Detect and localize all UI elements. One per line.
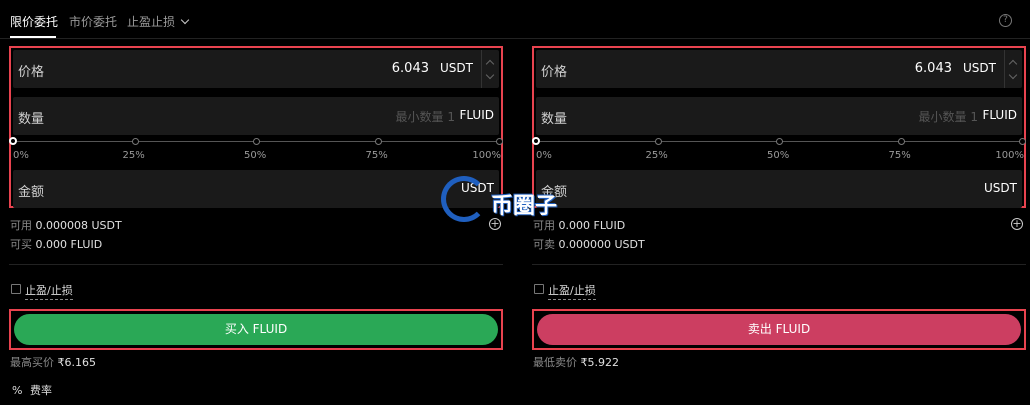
slider-tick-label: 50% <box>767 150 790 161</box>
buy-available: 可用 0.000008 USDT <box>10 217 122 233</box>
watermark-text: 币圈子 <box>491 194 558 219</box>
buy-percent-slider[interactable]: 0% 25% 50% 75% 100% <box>9 137 503 162</box>
slider-step-75[interactable] <box>374 138 382 145</box>
sell-button[interactable]: 卖出 FLUID <box>537 314 1021 345</box>
slider-tick-label: 25% <box>645 150 668 161</box>
buy-amount-label: 金额 <box>18 185 45 200</box>
slider-tick-label: 75% <box>365 150 388 161</box>
slider-tick-label: 0% <box>536 150 552 161</box>
buy-tpsl-checkbox[interactable] <box>11 284 21 294</box>
help-icon[interactable]: ? <box>999 14 1012 27</box>
slider-step-100[interactable] <box>496 138 503 145</box>
buy-max: 可买 0.000 FLUID <box>10 236 102 252</box>
percent-icon: % <box>12 384 23 397</box>
buy-max-label: 可买 <box>10 238 32 251</box>
tab-market-order[interactable]: 市价委托 <box>69 13 117 30</box>
order-type-tabs: 限价委托 市价委托 止盈止损 ? <box>10 0 1020 40</box>
sell-quantity-placeholder: 最小数量 1 <box>918 110 978 124</box>
sell-max-value: 0.000000 USDT <box>558 238 645 251</box>
fee-rate[interactable]: % 费率 <box>12 382 52 398</box>
sell-price-value[interactable]: 6.043 <box>915 61 952 76</box>
buy-price-unit: USDT <box>440 61 473 75</box>
tabs-divider <box>0 38 1030 39</box>
slider-step-100[interactable] <box>1019 138 1026 145</box>
sell-percent-slider[interactable]: 0% 25% 50% 75% 100% <box>532 137 1026 162</box>
watermark-logo: 币圈子 <box>438 174 598 234</box>
buy-price-field[interactable]: 价格 6.043 USDT <box>13 50 499 88</box>
buy-max-value: 0.000 FLUID <box>35 238 103 251</box>
sell-price-field[interactable]: 价格 6.043 USDT <box>536 50 1022 88</box>
slider-step-75[interactable] <box>897 138 905 145</box>
buy-tpsl-label[interactable]: 止盈/止损 <box>25 282 73 300</box>
buy-button-highlight: 买入 FLUID <box>9 309 503 350</box>
chevron-down-icon <box>180 15 190 25</box>
sell-quantity-unit: FLUID <box>982 108 1017 122</box>
sell-tpsl-checkbox[interactable] <box>534 284 544 294</box>
slider-step-25[interactable] <box>654 138 662 145</box>
buy-button[interactable]: 买入 FLUID <box>14 314 498 345</box>
slider-tick-label: 50% <box>244 150 267 161</box>
buy-quantity-label: 数量 <box>18 112 45 127</box>
tab-tpsl-order[interactable]: 止盈止损 <box>127 13 190 30</box>
buy-available-label: 可用 <box>10 219 32 232</box>
sell-max: 可卖 0.000000 USDT <box>533 236 645 252</box>
chevron-down-icon[interactable] <box>1008 70 1018 80</box>
sell-max-label: 可卖 <box>533 238 555 251</box>
slider-step-25[interactable] <box>131 138 139 145</box>
chevron-up-icon[interactable] <box>485 59 495 69</box>
buy-price-label: 价格 <box>18 65 45 80</box>
buy-price-value[interactable]: 6.043 <box>392 61 429 76</box>
buy-quantity-placeholder: 最小数量 1 <box>395 110 455 124</box>
slider-step-50[interactable] <box>776 138 783 145</box>
buy-best-value: ₹6.165 <box>57 356 97 369</box>
slider-tick-label: 100% <box>472 150 501 161</box>
sell-amount-field[interactable]: 金额 USDT <box>536 170 1022 208</box>
buy-available-value: 0.000008 USDT <box>35 219 122 232</box>
divider <box>532 264 1026 265</box>
sell-best-label: 最低卖价 <box>533 356 577 369</box>
watermark-ring-icon <box>441 176 487 222</box>
buy-best-price: 最高买价 ₹6.165 <box>10 354 96 370</box>
sell-quantity-label: 数量 <box>541 112 568 127</box>
fee-label: 费率 <box>29 384 52 397</box>
buy-quantity-field[interactable]: 数量 最小数量 1 FLUID <box>13 97 499 135</box>
tab-tpsl-label: 止盈止损 <box>127 15 176 29</box>
buy-quantity-unit: FLUID <box>459 108 494 122</box>
sell-price-stepper[interactable] <box>1004 50 1022 88</box>
slider-tick-label: 25% <box>122 150 145 161</box>
sell-amount-unit: USDT <box>984 181 1017 195</box>
buy-price-stepper[interactable] <box>481 50 499 88</box>
slider-tick-label: 75% <box>888 150 911 161</box>
chevron-up-icon[interactable] <box>1008 59 1018 69</box>
sell-tpsl-label[interactable]: 止盈/止损 <box>548 282 596 300</box>
sell-quantity-field[interactable]: 数量 最小数量 1 FLUID <box>536 97 1022 135</box>
sell-best-value: ₹5.922 <box>580 356 620 369</box>
add-funds-icon[interactable]: + <box>1011 218 1023 230</box>
sell-best-price: 最低卖价 ₹5.922 <box>533 354 619 370</box>
sell-price-unit: USDT <box>963 61 996 75</box>
tab-limit-order[interactable]: 限价委托 <box>10 13 58 30</box>
slider-tick-label: 0% <box>13 150 29 161</box>
slider-step-50[interactable] <box>253 138 260 145</box>
buy-amount-field[interactable]: 金额 USDT <box>13 170 499 208</box>
slider-handle[interactable] <box>532 137 540 145</box>
slider-tick-label: 100% <box>995 150 1024 161</box>
sell-price-label: 价格 <box>541 65 568 80</box>
buy-best-label: 最高买价 <box>10 356 54 369</box>
slider-handle[interactable] <box>9 137 17 145</box>
sell-button-highlight: 卖出 FLUID <box>532 309 1026 350</box>
chevron-down-icon[interactable] <box>485 70 495 80</box>
divider <box>9 264 503 265</box>
